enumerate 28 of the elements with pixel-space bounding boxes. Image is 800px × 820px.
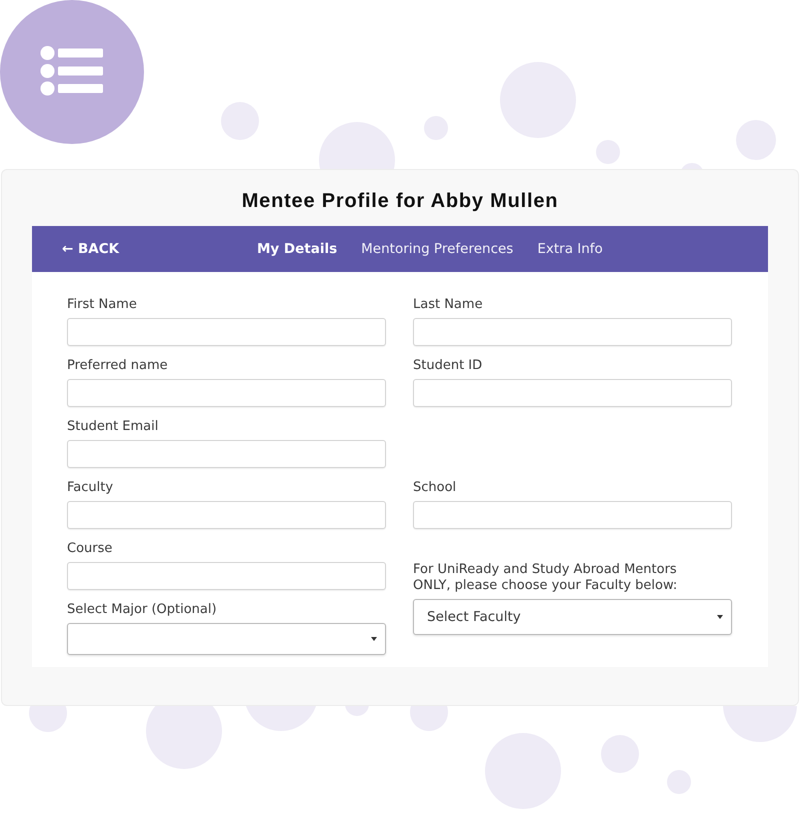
- nav-tab[interactable]: Extra Info: [537, 241, 603, 257]
- field-label: Preferred name: [67, 358, 168, 374]
- field-label: Faculty: [67, 480, 114, 496]
- field-label: First Name: [67, 297, 137, 313]
- input-field[interactable]: [67, 562, 386, 590]
- field-label: Last Name: [413, 297, 483, 313]
- input-field[interactable]: [413, 318, 732, 346]
- dropdown-field[interactable]: [67, 623, 386, 655]
- input-field[interactable]: [67, 379, 386, 407]
- list-icon: [0, 0, 144, 144]
- back-button[interactable]: ← BACK: [62, 241, 120, 257]
- nav-tab[interactable]: Mentoring Preferences: [361, 241, 514, 257]
- input-field[interactable]: [413, 379, 732, 407]
- caret-icon: [371, 637, 377, 641]
- caret-icon: [717, 614, 723, 618]
- page-title: Mentee Profile for Abby Mullen: [240, 189, 560, 213]
- dropdown-field[interactable]: Select Faculty: [413, 598, 732, 634]
- input-field[interactable]: [413, 501, 732, 529]
- field-label: School: [413, 480, 456, 496]
- input-field[interactable]: [67, 501, 386, 529]
- field-label: Course: [67, 541, 112, 557]
- input-field[interactable]: [67, 318, 386, 346]
- nav-tab[interactable]: My Details: [257, 241, 338, 257]
- field-label: Select Major (Optional): [67, 602, 217, 618]
- field-label: For UniReady and Study Abroad Mentors ONLY, please choose your Faculty below:: [413, 562, 678, 594]
- input-field[interactable]: [67, 440, 386, 468]
- field-label: Student Email: [67, 419, 158, 435]
- field-label: Student ID: [413, 358, 482, 374]
